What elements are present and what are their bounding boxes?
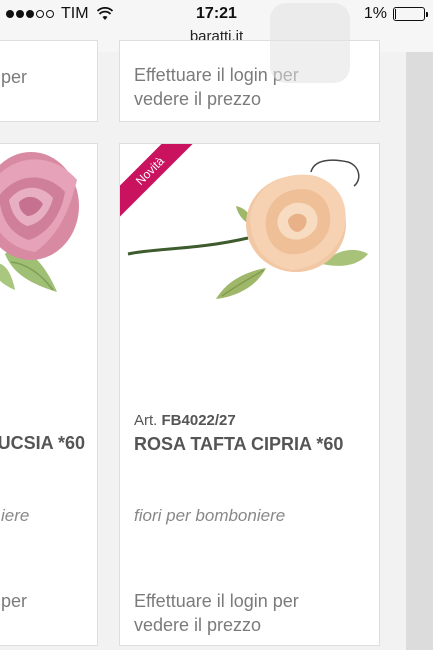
login-line-2: vedere il prezzo (134, 615, 262, 635)
battery-icon (393, 7, 428, 21)
product-card-partial-left[interactable]: UCSIA *60 iere per (0, 143, 98, 646)
status-right: 1% (363, 5, 428, 23)
login-prompt: per (1, 67, 28, 87)
product-category: fiori per bomboniere (134, 506, 286, 525)
product-name[interactable]: UCSIA *60 (0, 433, 97, 454)
product-category: iere (1, 506, 30, 525)
login-line-1: Effettuare il login per (134, 591, 299, 611)
product-card-rosa-tafta-cipria[interactable]: Novità Art. FB4022/27 ROSA TAFTA CIPRIA … (119, 143, 380, 646)
article-label: Art. (134, 412, 158, 429)
page-gutter (406, 52, 433, 650)
assistive-touch-button[interactable] (270, 3, 350, 83)
product-card-partial-top-left[interactable]: per (0, 40, 98, 122)
product-image-pink-rose[interactable] (0, 144, 98, 304)
article-number: FB4022/27 (161, 412, 236, 429)
article-code: Art. FB4022/27 (134, 412, 236, 429)
login-prompt: Effettuare il login per vedere il prezzo (134, 589, 299, 637)
status-bar: TIM 17:21 1% (0, 0, 433, 28)
product-name[interactable]: ROSA TAFTA CIPRIA *60 (134, 434, 343, 455)
login-line-2: vedere il prezzo (134, 89, 262, 109)
product-image-peach-rose[interactable] (126, 154, 376, 314)
battery-percent: 1% (363, 5, 387, 22)
login-prompt: per (1, 591, 28, 611)
battery-level (395, 9, 396, 19)
